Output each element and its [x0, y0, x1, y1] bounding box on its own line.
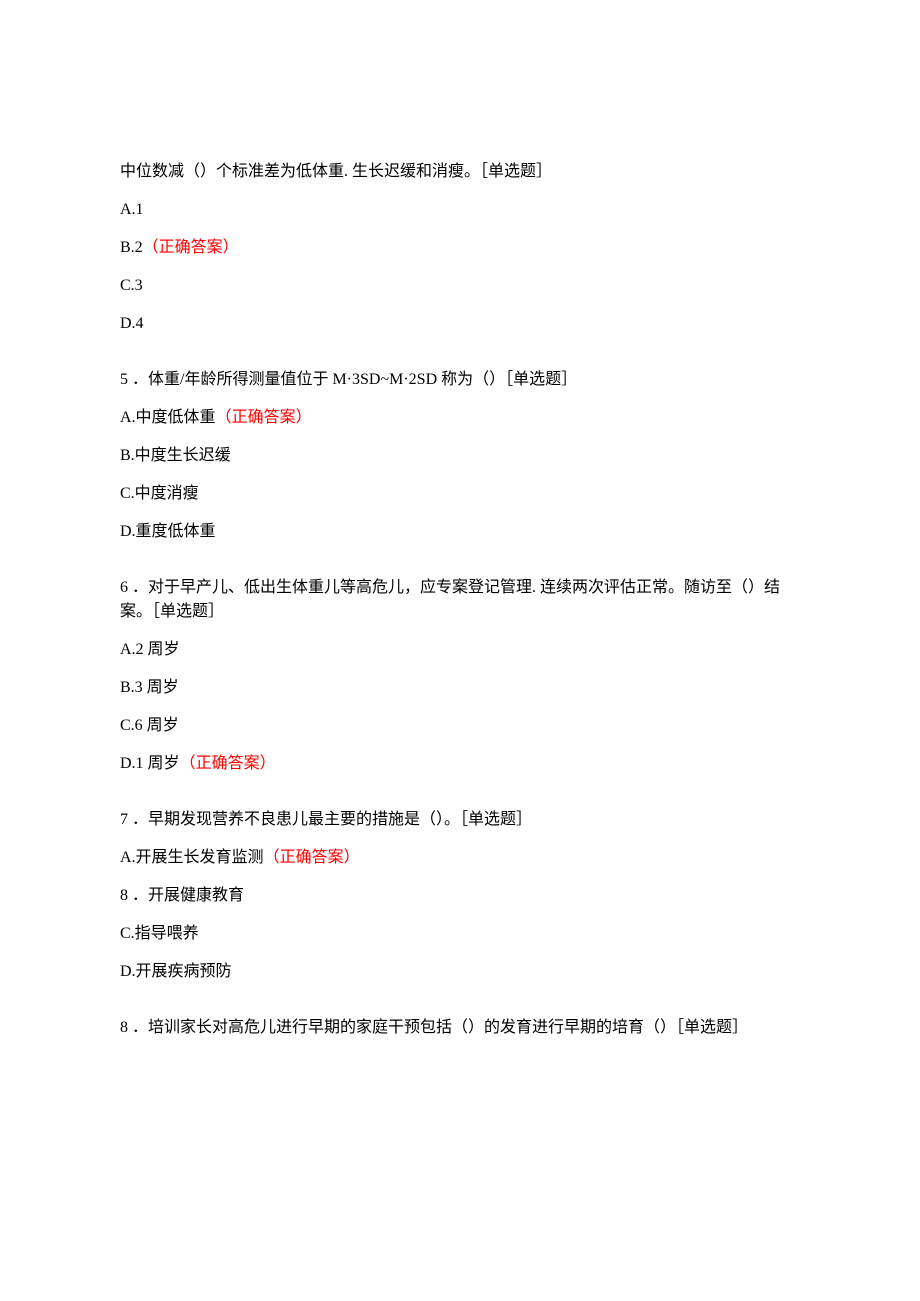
q4-option-a: A.1	[120, 198, 800, 222]
q5-correct-marker: （正确答案）	[216, 409, 312, 426]
q5-option-c: C.中度消瘦	[120, 482, 800, 506]
q6-option-d: D.1 周岁（正确答案）	[120, 752, 800, 776]
q6-stem: 6 ．对于早产儿、低出生体重儿等高危儿，应专案登记管理. 连续两次评估正常。随访…	[120, 576, 800, 624]
q7-option-a-text: A.开展生长发育监测	[120, 849, 264, 866]
q5-option-a: A.中度低体重（正确答案）	[120, 406, 800, 430]
q5-option-b: B.中度生长迟缓	[120, 444, 800, 468]
q4-option-b-text: B.2	[120, 239, 143, 256]
q5-option-a-text: A.中度低体重	[120, 409, 216, 426]
q7-stem: 7 ．早期发现营养不良患儿最主要的措施是（）。［单选题］	[120, 808, 800, 832]
q6-option-b: B.3 周岁	[120, 676, 800, 700]
q6-correct-marker: （正确答案）	[180, 755, 276, 772]
q4-stem: 中位数减（）个标准差为低体重. 生长迟缓和消瘦。［单选题］	[120, 160, 800, 184]
q6-option-a: A.2 周岁	[120, 638, 800, 662]
q4-option-b: B.2（正确答案）	[120, 236, 800, 260]
q7-option-c: C.指导喂养	[120, 922, 800, 946]
q4-correct-marker: （正确答案）	[143, 239, 239, 256]
q4-option-c: C.3	[120, 274, 800, 298]
q7-option-b: 8 ．开展健康教育	[120, 884, 800, 908]
q5-option-d: D.重度低体重	[120, 520, 800, 544]
q7-option-a: A.开展生长发育监测（正确答案）	[120, 846, 800, 870]
q7-option-d: D.开展疾病预防	[120, 960, 800, 984]
q8-stem: 8 ．培训家长对高危儿进行早期的家庭干预包括（）的发育进行早期的培育（）［单选题…	[120, 1016, 800, 1040]
document-page: 中位数减（）个标准差为低体重. 生长迟缓和消瘦。［单选题］ A.1 B.2（正确…	[0, 0, 920, 1130]
q5-stem: 5 ．体重/年龄所得测量值位于 M·3SD~M·2SD 称为（）［单选题］	[120, 368, 800, 392]
q6-option-c: C.6 周岁	[120, 714, 800, 738]
q4-option-d: D.4	[120, 312, 800, 336]
q7-correct-marker: （正确答案）	[264, 849, 360, 866]
q6-option-d-text: D.1 周岁	[120, 755, 180, 772]
